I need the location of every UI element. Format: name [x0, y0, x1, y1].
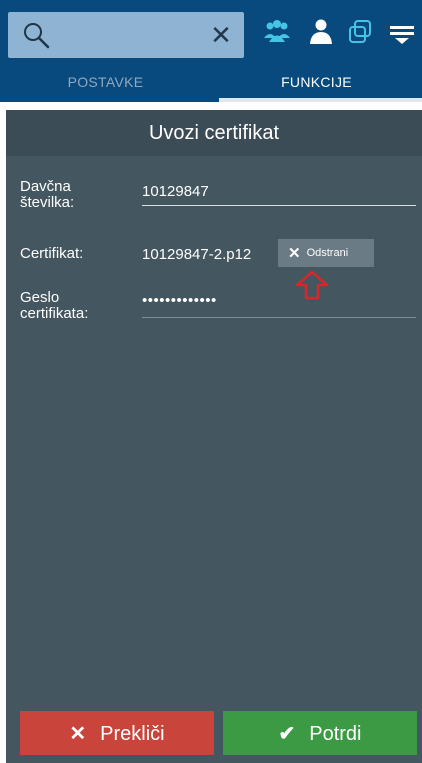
- tax-number-input[interactable]: [142, 180, 416, 206]
- clear-search-icon[interactable]: ✕: [208, 20, 234, 50]
- confirm-button[interactable]: ✔ Potrdi: [223, 711, 417, 755]
- tab-bar: POSTAVKE FUNKCIJE: [0, 64, 422, 102]
- window-icon[interactable]: [347, 18, 373, 46]
- menu-icon[interactable]: [389, 18, 415, 46]
- password-label: Geslo certifikata:: [20, 290, 88, 322]
- dialog-title: Uvozi certifikat: [6, 110, 422, 156]
- cancel-icon: ✕: [69, 722, 87, 745]
- password-label-line2: certifikata:: [20, 305, 89, 322]
- users-icon[interactable]: [262, 18, 292, 46]
- tab-postavke[interactable]: POSTAVKE: [0, 64, 211, 102]
- remove-certificate-button[interactable]: ✕ Odstrani: [278, 239, 374, 267]
- confirm-button-label: Potrdi: [309, 722, 362, 745]
- search-input[interactable]: [60, 18, 200, 52]
- tab-funkcije[interactable]: FUNKCIJE: [211, 64, 422, 102]
- certificate-file-name: 10129847-2.p12: [142, 246, 252, 263]
- search-box[interactable]: ✕: [8, 12, 244, 58]
- password-field[interactable]: •••••••••••••: [142, 292, 416, 318]
- remove-button-label: Odstrani: [306, 247, 349, 259]
- remove-icon: ✕: [288, 245, 301, 262]
- cancel-button[interactable]: ✕ Prekliči: [20, 711, 214, 755]
- password-label-line1: Geslo: [20, 289, 60, 306]
- tax-number-label-line1: Davčna: [20, 178, 71, 195]
- certificate-label: Certifikat:: [20, 245, 84, 262]
- user-icon[interactable]: [309, 18, 333, 46]
- tax-number-label-line2: številka:: [20, 194, 75, 211]
- checkmark-icon: ✔: [278, 722, 296, 745]
- cancel-button-label: Prekliči: [100, 722, 165, 745]
- tax-number-label: Davčna številka:: [20, 179, 74, 211]
- import-certificate-dialog: Uvozi certifikat Davčna številka: Certif…: [6, 110, 422, 763]
- app-bar: ✕: [0, 0, 422, 64]
- search-icon[interactable]: [22, 21, 50, 49]
